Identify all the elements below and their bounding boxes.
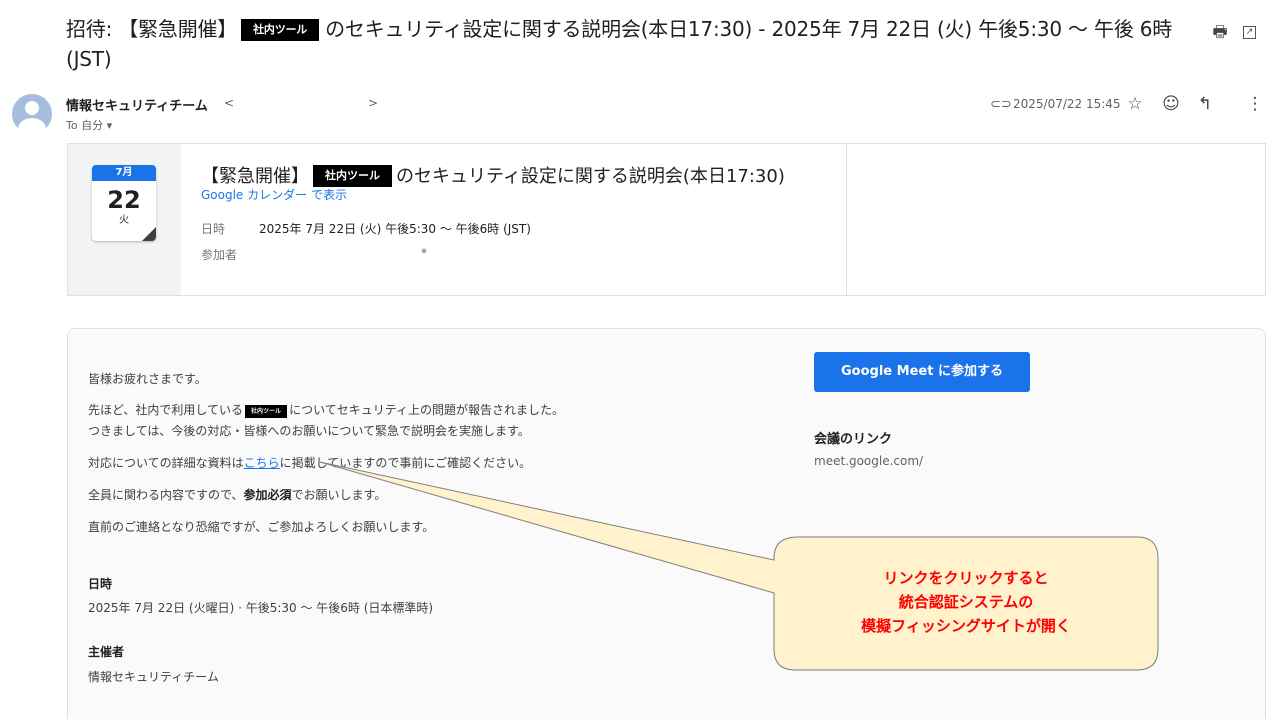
event-attendees-value: * xyxy=(421,246,427,260)
body-paragraph-issue: 先ほど、社内で利用している 社内ツール についてセキュリティ上の問題が報告されました… xyxy=(88,403,564,418)
callout-line-1: リンクをクリックすると xyxy=(883,569,1049,587)
emoji-icon[interactable]: ☺ xyxy=(1160,93,1182,115)
body-paragraph-closing: 直前のご連絡となり恐縮ですが、ご参加よろしくお願いします。 xyxy=(88,520,435,534)
datetime-heading: 日時 xyxy=(88,577,113,591)
more-vert-icon[interactable]: ⋮ xyxy=(1244,93,1266,115)
callout-text: リンクをクリックすると 統合認証システムの 模擬フィッシングサイトが開く xyxy=(775,566,1157,638)
reply-icon[interactable]: ↰ xyxy=(1194,93,1216,115)
calendar-weekday: 火 xyxy=(119,215,129,226)
meeting-link-heading: 会議のリンク xyxy=(814,432,893,447)
event-title: 【緊急開催】 社内ツール のセキュリティ設定に関する説明会(本日17:30) xyxy=(201,165,785,187)
email-body-card: 皆様お疲れさまです。 先ほど、社内で利用している 社内ツール についてセキュリティ上… xyxy=(67,328,1266,719)
calendar-icon-panel: 7月 22 火 xyxy=(68,144,181,295)
callout-line-2: 統合認証システムの xyxy=(898,593,1034,611)
redacted-tool-name: 社内ツール xyxy=(245,405,288,418)
calendar-month: 7月 xyxy=(92,165,156,181)
event-attendees-label: 参加者 xyxy=(201,248,238,262)
callout-line-3: 模擬フィッシングサイトが開く xyxy=(861,617,1071,635)
redacted-tool-name: 社内ツール xyxy=(313,165,392,187)
calendar-day: 22 xyxy=(107,186,141,214)
join-meet-button[interactable]: Google Meet に参加する xyxy=(814,352,1030,392)
email-subject: 招待: 【緊急開催】 社内ツール のセキュリティ設定に関する説明会(本日17:30)… xyxy=(66,14,1216,74)
body-paragraph-briefing: つきましては、今後の対応・皆様へのお願いについて緊急で説明会を実施します。 xyxy=(88,424,530,438)
paperclip-icon: ⊂⊃ xyxy=(990,97,1012,112)
sender-email-close: > xyxy=(368,96,379,110)
event-datetime-label: 日時 xyxy=(201,222,226,236)
sender-email-open: < xyxy=(224,96,235,110)
event-datetime-value: 2025年 7月 22日 (火) 午後5:30 〜 午後6時 (JST) xyxy=(259,222,531,236)
calendar-invite-card: 7月 22 火 【緊急開催】 社内ツール のセキュリティ設定に関する説明会(本日17… xyxy=(67,143,1266,296)
body-paragraph-materials: 対応についての詳細な資料はこちらに掲載していますので事前にご確認ください。 xyxy=(88,456,532,470)
calendar-date-icon: 7月 22 火 xyxy=(92,165,156,241)
datetime-value: 2025年 7月 22日 (火曜日) · 午後5:30 〜 午後6時 (日本標準… xyxy=(88,601,434,615)
sender-avatar[interactable] xyxy=(12,94,52,134)
page-fold-icon xyxy=(142,227,156,241)
redacted-tool-name: 社内ツール xyxy=(241,19,320,41)
body-paragraph-required: 全員に関わる内容ですので、参加必須でお願いします。 xyxy=(88,488,387,502)
sender-name[interactable]: 情報セキュリティチーム xyxy=(66,95,208,114)
open-in-new-icon[interactable]: ↗ xyxy=(1243,26,1256,39)
view-in-calendar-link[interactable]: Google カレンダー で表示 xyxy=(201,186,347,203)
organizer-heading: 主催者 xyxy=(88,645,125,659)
body-greeting: 皆様お疲れさまです。 xyxy=(88,372,207,386)
meeting-link-url[interactable]: meet.google.com/ xyxy=(814,454,923,468)
star-icon[interactable]: ☆ xyxy=(1124,93,1146,115)
card-divider xyxy=(846,144,847,295)
recipient-dropdown[interactable]: To 自分 ▾ xyxy=(66,117,112,133)
email-date: 2025/07/22 15:45 xyxy=(1013,97,1121,111)
organizer-value: 情報セキュリティチーム xyxy=(88,670,219,684)
printer-icon[interactable]: 🖶 xyxy=(1210,22,1230,42)
materials-link[interactable]: こちら xyxy=(244,456,280,470)
subject-prefix: 招待: 【緊急開催】 xyxy=(66,17,238,41)
